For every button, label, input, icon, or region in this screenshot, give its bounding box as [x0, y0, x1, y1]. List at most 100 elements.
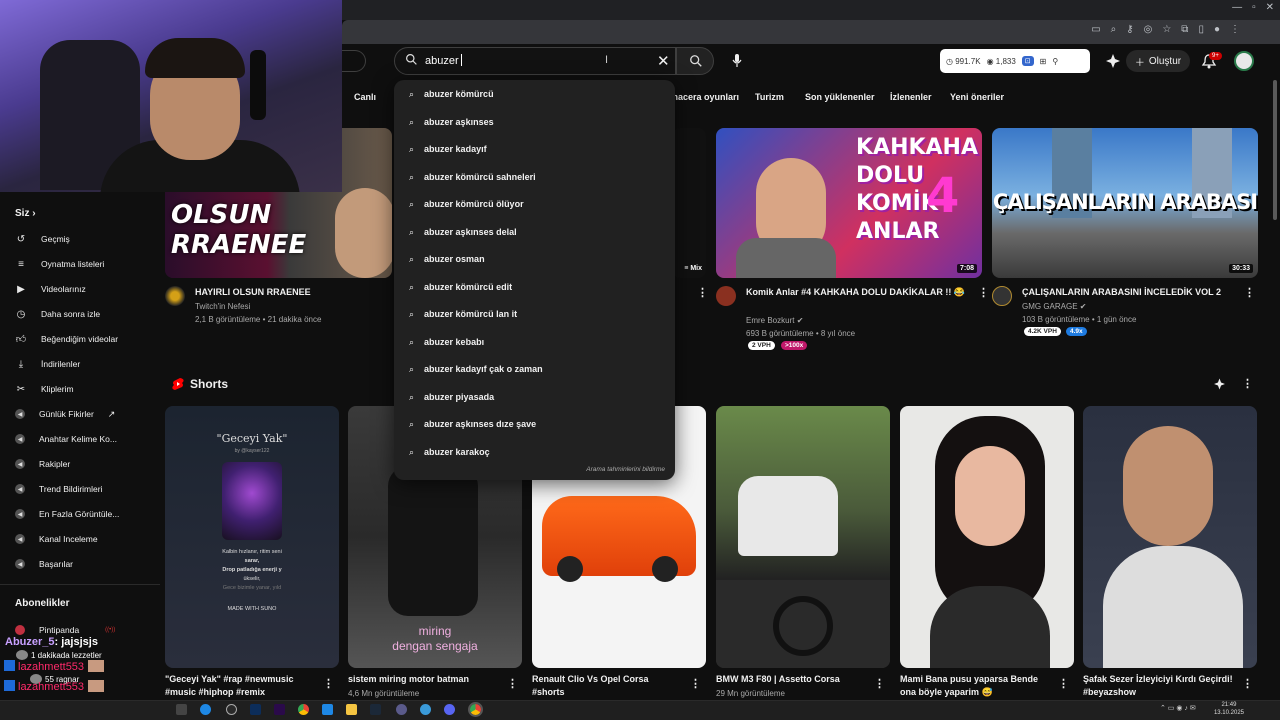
video-thumbnail[interactable]: ÇALIŞANLARIN ARABASI 30:33 [992, 128, 1258, 278]
obs-icon[interactable] [226, 704, 237, 715]
browser-menu-icon[interactable]: ⋮ [1230, 24, 1240, 35]
short-title[interactable]: Şafak Sezer İzleyiciyi Kırdı Geçirdi! #b… [1083, 673, 1233, 699]
eye-off-icon[interactable]: ◎ [1144, 24, 1153, 35]
suggestion-item[interactable]: ⌕ abuzer aşkınses delal [394, 221, 675, 243]
suggestion-item[interactable]: ⌕ abuzer aşkınses [394, 111, 675, 133]
suggestion-item[interactable]: ⌕ abuzer kömürcü edit [394, 276, 675, 298]
chip-recently-uploaded[interactable]: Son yüklenenler [805, 88, 875, 106]
short-title[interactable]: Renault Clio Vs Opel Corsa #shorts [532, 673, 682, 699]
chip-new-to-you[interactable]: Yeni öneriler [950, 88, 1004, 106]
more-options-icon[interactable]: ⋮ [697, 286, 708, 299]
chrome-active-icon[interactable] [468, 702, 483, 717]
app-icon[interactable] [420, 704, 431, 715]
install-icon[interactable]: ▭ [1091, 24, 1100, 35]
more-options-icon[interactable]: ⋮ [1242, 377, 1253, 390]
channel-avatar[interactable] [716, 286, 736, 306]
sidebar-item-channel-review[interactable]: ◀ Kanal Inceleme [15, 529, 155, 549]
system-clock[interactable]: 21:49 13.10.2025 [1214, 701, 1244, 717]
photoshop-icon[interactable] [250, 704, 261, 715]
voice-search-button[interactable] [724, 48, 750, 74]
maximize-icon[interactable]: ▫ [1252, 2, 1256, 13]
star-icon[interactable]: ☆ [1162, 24, 1171, 35]
sidebar-item-your-videos[interactable]: ▶ Videolarınız [15, 279, 155, 299]
task-view-icon[interactable] [176, 704, 187, 715]
magic-icon[interactable] [1104, 52, 1122, 70]
short-card[interactable] [1083, 406, 1257, 668]
more-options-icon[interactable]: ⋮ [1058, 677, 1069, 690]
suggestion-item[interactable]: ⌕ abuzer kömürcü ölüyor [394, 193, 675, 215]
short-title[interactable]: BMW M3 F80 | Assetto Corsa [716, 673, 866, 686]
short-title[interactable]: "Geceyi Yak" #rap #newmusic #music #hiph… [165, 673, 315, 699]
more-options-icon[interactable]: ⋮ [978, 286, 989, 299]
channel-avatar[interactable] [992, 286, 1012, 306]
chip-live[interactable]: Canlı [354, 88, 376, 106]
sidebar-panel-icon[interactable]: ▯ [1198, 24, 1204, 35]
create-button[interactable]: ＋ Oluştur [1126, 50, 1190, 72]
sidebar-item-downloads[interactable]: ⤓ İndirilenler [15, 354, 155, 374]
key-icon[interactable]: ⚷ [1126, 24, 1133, 35]
short-card[interactable]: "Geceyi Yak" by @kayser122 Kalbin hızlan… [165, 406, 339, 668]
sidebar-item-liked-videos[interactable]: 👍︎ Beğendiğim videolar [15, 329, 155, 349]
sidebar-item-history[interactable]: ↺ Geçmiş [15, 229, 155, 249]
zoom-icon[interactable]: ⌕ [1111, 24, 1117, 35]
mix-thumbnail[interactable]: ≡ Mix [672, 128, 706, 278]
stats-extension-pill[interactable]: ◷ 991.7K ◉ 1,833 ⊡ ⊞ ⚲ [940, 49, 1090, 73]
more-options-icon[interactable]: ⋮ [323, 677, 334, 690]
short-title[interactable]: sistem miring motor batman [348, 673, 498, 686]
chip-adventure-games[interactable]: macera oyunları [670, 88, 739, 106]
sidebar-item-trend-alerts[interactable]: ◀ Trend Bildirimleri [15, 479, 155, 499]
suggestion-item[interactable]: ⌕ abuzer kömürcü lan it [394, 303, 675, 325]
report-predictions-link[interactable]: Arama tahminlerini bildirme [586, 466, 665, 473]
chrome-icon[interactable] [298, 704, 309, 715]
suggestion-item[interactable]: ⌕ abuzer aşkınses dıze şave [394, 413, 675, 435]
channel-name[interactable]: GMG GARAGE ✔ [1022, 301, 1087, 313]
suggestion-item[interactable]: ⌕ abuzer kömürcü [394, 83, 675, 105]
short-card[interactable] [900, 406, 1074, 668]
sidebar-item-most-viewed[interactable]: ◀ En Fazla Görüntüle... [15, 504, 155, 524]
clear-search-icon[interactable]: ✕ [657, 52, 670, 70]
premiere-icon[interactable] [274, 704, 285, 715]
video-title[interactable]: Komik Anlar #4 KAHKAHA DOLU DAKİKALAR !!… [746, 286, 966, 298]
edge-icon[interactable] [200, 704, 211, 715]
app-icon[interactable] [396, 704, 407, 715]
sidebar-item-competitors[interactable]: ◀ Rakipler [15, 454, 155, 474]
folder-icon[interactable] [346, 704, 357, 715]
sidebar-item-watch-later[interactable]: ◷ Daha sonra izle [15, 304, 155, 324]
steam-icon[interactable] [370, 704, 381, 715]
discord-icon[interactable] [444, 704, 455, 715]
short-title[interactable]: Mami Bana pusu yaparsa Bende ona böyle y… [900, 673, 1050, 699]
short-card[interactable] [716, 406, 890, 668]
channel-name[interactable]: Emre Bozkurt ✔ [746, 315, 803, 327]
magic-icon[interactable] [1212, 377, 1227, 391]
suggestion-item[interactable]: ⌕ abuzer kömürcü sahneleri [394, 166, 675, 188]
suggestion-item[interactable]: ⌕ abuzer osman [394, 248, 675, 270]
close-window-icon[interactable]: ✕ [1266, 2, 1274, 13]
suggestion-item[interactable]: ⌕ abuzer karakoç [394, 441, 675, 463]
more-options-icon[interactable]: ⋮ [1244, 286, 1255, 299]
search-input[interactable]: abuzer [425, 54, 462, 67]
channel-avatar[interactable] [165, 286, 185, 306]
account-avatar[interactable] [1234, 51, 1254, 71]
video-title[interactable]: HAYIRLI OLSUN RRAENEE [195, 286, 311, 298]
search-box[interactable]: abuzer I ✕ [394, 47, 676, 75]
more-options-icon[interactable]: ⋮ [690, 677, 701, 690]
sidebar-you-header[interactable]: Siz › [15, 208, 36, 219]
suggestion-item[interactable]: ⌕ abuzer piyasada [394, 386, 675, 408]
search-button[interactable] [676, 47, 714, 75]
sidebar-item-achievements[interactable]: ◀ Başarılar [15, 554, 155, 574]
chip-watched[interactable]: İzlenenler [890, 88, 932, 106]
suggestion-item[interactable]: ⌕ abuzer kebabı [394, 331, 675, 353]
suggestion-item[interactable]: ⌕ abuzer kadayıf [394, 138, 675, 160]
app-icon[interactable] [322, 704, 333, 715]
more-options-icon[interactable]: ⋮ [1242, 677, 1253, 690]
tray-icons[interactable]: ⌃ ▭ ◉ ♪ ✉ [1160, 704, 1196, 712]
header-left-pill[interactable] [342, 50, 366, 72]
sidebar-item-daily-ideas[interactable]: ◀ Günlük Fikirler ↗ [15, 404, 155, 424]
minimize-icon[interactable]: — [1232, 2, 1242, 13]
sidebar-item-keyword[interactable]: ◀ Anahtar Kelime Ko... [15, 429, 155, 449]
sidebar-item-playlists[interactable]: ≡ Oynatma listeleri [15, 254, 155, 274]
channel-name[interactable]: Twitch'in Nefesi [195, 301, 250, 313]
sidebar-item-clips[interactable]: ✂ Kliplerim [15, 379, 155, 399]
chip-tourism[interactable]: Turizm [755, 88, 784, 106]
scrollbar-thumb[interactable] [1273, 80, 1277, 220]
